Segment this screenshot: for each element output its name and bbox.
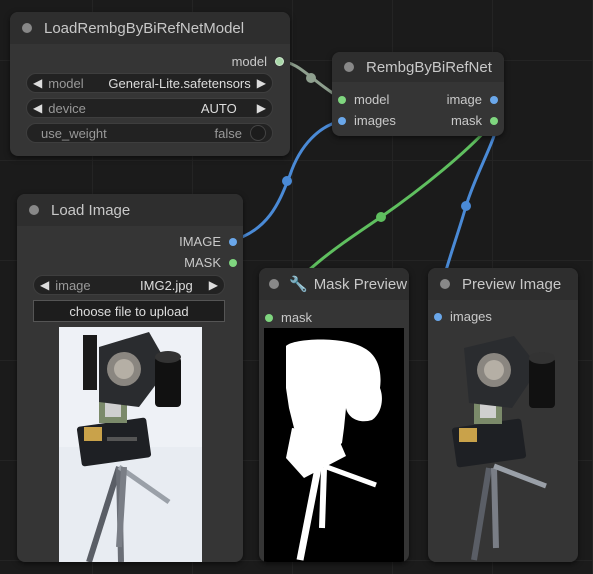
output-image-slot[interactable]: image bbox=[447, 92, 498, 107]
image-select-widget[interactable]: ◀ image IMG2.jpg ▶ bbox=[33, 275, 225, 295]
wrench-icon: 🔧 bbox=[289, 276, 308, 293]
input-image-preview bbox=[59, 327, 202, 562]
chevron-right-icon[interactable]: ▶ bbox=[251, 101, 272, 115]
wire-preview-midpoint bbox=[461, 201, 471, 211]
input-images-label: images bbox=[354, 113, 396, 128]
preview-image-title-bar[interactable]: Preview Image bbox=[428, 268, 578, 300]
preview-image-title: Preview Image bbox=[462, 275, 562, 293]
model-widget-value: General-Lite.safetensors bbox=[108, 75, 251, 91]
device-select-widget[interactable]: ◀ device AUTO ▶ bbox=[26, 98, 273, 118]
chevron-right-icon[interactable]: ▶ bbox=[251, 76, 272, 90]
rembg-title: RembgByBiRefNet bbox=[366, 58, 492, 76]
rembg-node[interactable]: RembgByBiRefNet model images image mask bbox=[332, 52, 504, 136]
upload-file-label: choose file to upload bbox=[69, 303, 189, 319]
output-model-label: model bbox=[231, 54, 267, 69]
use-weight-label: use_weight bbox=[41, 125, 107, 141]
input-model-socket[interactable] bbox=[338, 95, 346, 104]
input-model-slot[interactable]: model bbox=[338, 92, 389, 107]
input-mask-slot[interactable]: mask bbox=[265, 310, 312, 325]
mask-preview-node[interactable]: 🔧 Mask Preview mask bbox=[259, 268, 409, 562]
output-model-socket[interactable] bbox=[275, 57, 284, 66]
input-mask-socket[interactable] bbox=[265, 313, 273, 322]
load-image-title-bar[interactable]: Load Image bbox=[17, 194, 243, 226]
rembg-title-bar[interactable]: RembgByBiRefNet bbox=[332, 52, 504, 82]
input-mask-label: mask bbox=[281, 310, 313, 325]
node-collapse-dot[interactable] bbox=[269, 279, 279, 289]
wire-image-midpoint bbox=[282, 176, 292, 186]
output-mask-slot[interactable]: mask bbox=[451, 113, 498, 128]
chevron-left-icon[interactable]: ◀ bbox=[27, 76, 48, 90]
upload-file-button[interactable]: choose file to upload bbox=[33, 300, 225, 322]
output-mask-slot[interactable]: MASK bbox=[184, 255, 237, 270]
load-model-title: LoadRembgByBiRefNetModel bbox=[44, 19, 245, 37]
wire-mask-midpoint bbox=[376, 212, 386, 222]
image-widget-label: image bbox=[55, 277, 91, 293]
input-images-slot[interactable]: images bbox=[434, 309, 492, 324]
model-widget-label: model bbox=[48, 75, 84, 91]
preview-output-image bbox=[434, 328, 572, 562]
output-image-label: image bbox=[446, 92, 482, 107]
output-image-socket[interactable] bbox=[229, 237, 237, 246]
use-weight-toggle-widget[interactable]: use_weight false bbox=[26, 123, 273, 143]
preview-image-node[interactable]: Preview Image images bbox=[428, 268, 578, 562]
node-collapse-dot[interactable] bbox=[440, 279, 450, 289]
load-model-title-bar[interactable]: LoadRembgByBiRefNetModel bbox=[10, 12, 290, 44]
node-collapse-dot[interactable] bbox=[22, 23, 32, 33]
load-model-node[interactable]: LoadRembgByBiRefNetModel model ◀ model G… bbox=[10, 12, 290, 156]
mask-preview-title: Mask Preview bbox=[313, 275, 408, 293]
node-collapse-dot[interactable] bbox=[344, 62, 354, 72]
input-model-label: model bbox=[354, 92, 390, 107]
wire-model-midpoint bbox=[306, 73, 316, 83]
load-image-node[interactable]: Load Image IMAGE MASK ◀ image IMG2.jpg ▶… bbox=[17, 194, 243, 562]
toggle-off-icon[interactable] bbox=[250, 125, 266, 141]
chevron-right-icon[interactable]: ▶ bbox=[203, 278, 224, 292]
mask-preview-image bbox=[264, 328, 404, 562]
input-images-socket[interactable] bbox=[434, 312, 442, 321]
output-image-socket[interactable] bbox=[490, 95, 498, 104]
input-images-label: images bbox=[450, 309, 492, 324]
input-images-slot[interactable]: images bbox=[338, 113, 396, 128]
output-mask-socket[interactable] bbox=[490, 116, 498, 125]
output-image-slot[interactable]: IMAGE bbox=[179, 234, 237, 249]
output-mask-label: mask bbox=[450, 113, 482, 128]
output-model-slot[interactable]: model bbox=[232, 54, 284, 69]
device-widget-value: AUTO bbox=[200, 100, 237, 116]
output-image-label: IMAGE bbox=[179, 234, 221, 249]
chevron-left-icon[interactable]: ◀ bbox=[34, 278, 55, 292]
input-images-socket[interactable] bbox=[338, 116, 346, 125]
image-widget-value: IMG2.jpg bbox=[140, 277, 193, 293]
output-mask-label: MASK bbox=[184, 255, 221, 270]
node-collapse-dot[interactable] bbox=[29, 205, 39, 215]
device-widget-label: device bbox=[48, 100, 86, 116]
use-weight-value: false bbox=[214, 125, 242, 141]
chevron-left-icon[interactable]: ◀ bbox=[27, 101, 48, 115]
model-select-widget[interactable]: ◀ model General-Lite.safetensors ▶ bbox=[26, 73, 273, 93]
mask-preview-title-bar[interactable]: 🔧 Mask Preview bbox=[259, 268, 409, 300]
output-mask-socket[interactable] bbox=[229, 258, 237, 267]
load-image-title: Load Image bbox=[51, 201, 131, 219]
